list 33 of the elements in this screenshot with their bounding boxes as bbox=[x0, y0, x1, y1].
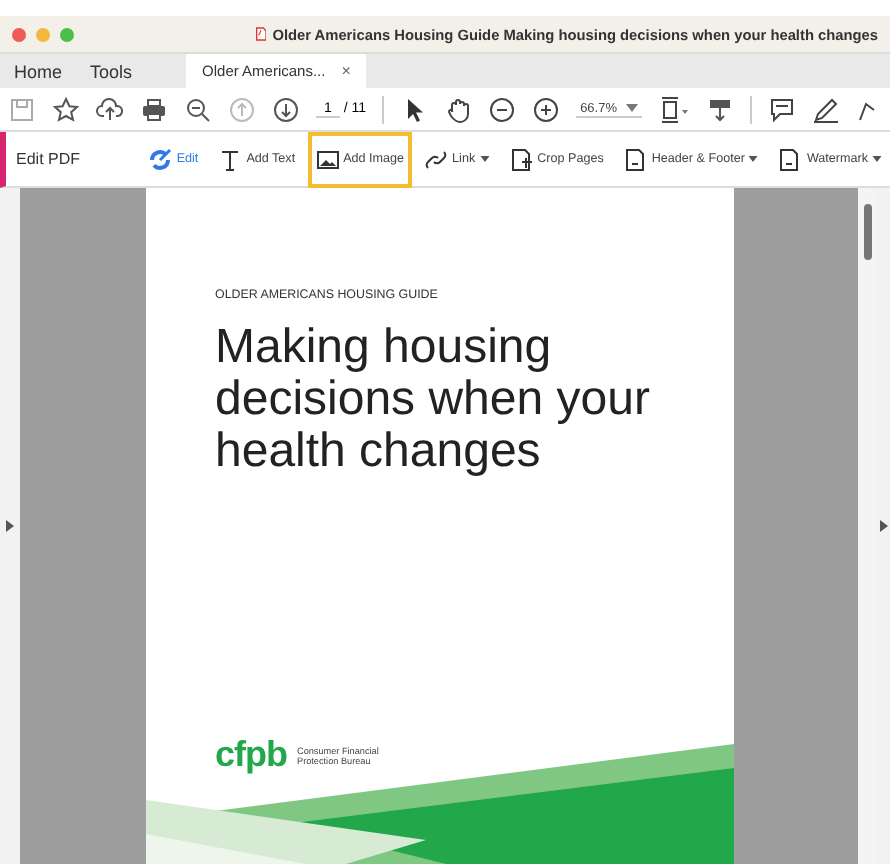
edit-pdf-title: Edit PDF bbox=[16, 150, 83, 168]
star-icon[interactable] bbox=[52, 95, 80, 123]
nav-tab[interactable]: Tools bbox=[76, 54, 147, 88]
comment-icon[interactable] bbox=[767, 95, 795, 123]
logo-text: cfpb bbox=[215, 734, 287, 776]
scroll-mode-icon[interactable] bbox=[705, 95, 733, 123]
document-heading: Making housing decisions when your health changes bbox=[215, 322, 652, 478]
nav-tab[interactable]: Home bbox=[0, 54, 77, 88]
pen-icon[interactable] bbox=[811, 95, 839, 123]
link-icon bbox=[424, 147, 449, 171]
close-tab-icon[interactable]: × bbox=[341, 62, 351, 80]
hand-icon[interactable] bbox=[444, 95, 473, 123]
image-icon bbox=[315, 147, 340, 171]
caret-icon bbox=[479, 156, 490, 162]
caret-icon bbox=[625, 104, 637, 112]
print-icon[interactable] bbox=[140, 95, 168, 123]
text-icon bbox=[218, 147, 243, 171]
scrollbar-thumb[interactable] bbox=[864, 204, 872, 260]
edit-icon bbox=[148, 147, 173, 171]
pdf-file-icon bbox=[255, 24, 267, 44]
down-icon[interactable] bbox=[272, 95, 300, 123]
page-icon bbox=[623, 147, 648, 171]
fit-page-icon[interactable] bbox=[657, 95, 689, 123]
zoom-out-icon[interactable] bbox=[184, 95, 212, 123]
close-button[interactable] bbox=[12, 27, 26, 41]
caret-icon bbox=[872, 156, 882, 162]
crop-icon bbox=[509, 147, 534, 171]
caret-icon bbox=[748, 156, 759, 162]
zoom-in-icon[interactable] bbox=[532, 95, 561, 123]
page-icon bbox=[778, 147, 803, 171]
zoom-out-icon[interactable] bbox=[488, 95, 517, 123]
expand-left-panel-icon[interactable] bbox=[6, 520, 14, 532]
upload-icon[interactable] bbox=[96, 95, 124, 123]
